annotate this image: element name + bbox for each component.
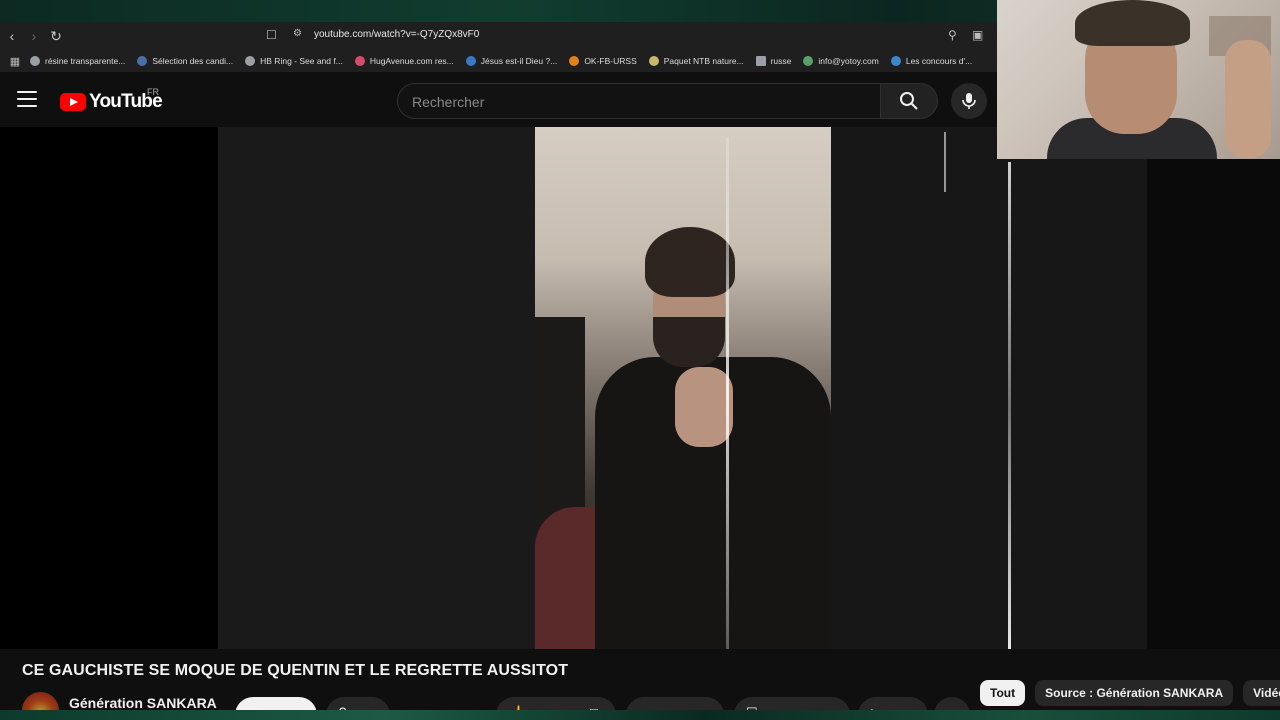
webcam-overlay bbox=[997, 0, 1280, 159]
video-person-beard bbox=[653, 317, 725, 367]
bookmark-favicon-icon bbox=[30, 56, 40, 66]
search-placeholder: Rechercher bbox=[412, 94, 485, 110]
reload-icon[interactable]: ↻ bbox=[45, 25, 67, 47]
search-icon bbox=[900, 92, 918, 110]
bookmark-item[interactable]: Les concours d'... bbox=[890, 56, 972, 66]
search-button[interactable] bbox=[880, 83, 938, 119]
bookmark-favicon-icon bbox=[569, 56, 580, 66]
bookmark-favicon-icon bbox=[354, 56, 365, 66]
browser-toolbar: ‹ › ↻ ☐ ⚙ youtube.com/watch?v=-Q7yZQx8vF… bbox=[0, 22, 1000, 50]
bookmark-item[interactable]: résine transparente... bbox=[30, 56, 125, 66]
forward-icon[interactable]: › bbox=[23, 25, 45, 47]
youtube-play-icon bbox=[60, 93, 86, 111]
video-glitch-line bbox=[726, 137, 729, 649]
youtube-header: YouTube FR Rechercher bbox=[0, 72, 1000, 127]
bookmark-item[interactable]: HB Ring - See and f... bbox=[245, 56, 343, 66]
back-icon[interactable]: ‹ bbox=[1, 25, 23, 47]
bookmarks-bar: ▦ résine transparente... Sélection des c… bbox=[0, 50, 1000, 72]
bookmark-item[interactable]: Sélection des candi... bbox=[137, 56, 233, 66]
apps-grid-icon[interactable]: ▦ bbox=[4, 50, 26, 72]
bookmark-favicon-icon bbox=[890, 56, 901, 66]
bookmark-item[interactable]: HugAvenue.com res... bbox=[354, 56, 454, 66]
video-edge bbox=[1147, 159, 1280, 649]
hamburger-menu-icon[interactable] bbox=[17, 91, 37, 107]
channel-name[interactable]: Génération SANKARA bbox=[69, 695, 217, 711]
chip-source-channel[interactable]: Source : Génération SANKARA bbox=[1035, 680, 1234, 706]
country-code: FR bbox=[147, 87, 159, 97]
webcam-person-hand bbox=[1225, 40, 1271, 158]
bookmark-icon[interactable]: ☐ bbox=[266, 28, 277, 42]
cast-icon[interactable]: ▣ bbox=[972, 28, 983, 42]
video-blurred-background bbox=[218, 127, 535, 649]
bookmark-item[interactable]: OK-FB-URSS bbox=[569, 56, 637, 66]
video-blurred-background bbox=[831, 127, 1147, 649]
bookmark-item[interactable]: Paquet NTB nature... bbox=[648, 56, 744, 66]
voice-search-button[interactable] bbox=[951, 83, 987, 119]
search-input[interactable]: Rechercher bbox=[397, 83, 881, 119]
recommendation-chips: Tout Source : Génération SANKARA Vidéo bbox=[980, 680, 1280, 706]
video-person-hand bbox=[675, 367, 733, 447]
video-player[interactable] bbox=[0, 127, 1280, 649]
bookmark-favicon-icon bbox=[648, 56, 659, 66]
site-info-icon[interactable]: ⚙ bbox=[293, 28, 302, 39]
video-glitch-line bbox=[1008, 162, 1011, 649]
video-glitch-line bbox=[944, 132, 946, 192]
desktop-background-strip bbox=[0, 710, 1280, 720]
url-text[interactable]: youtube.com/watch?v=-Q7yZQx8vF0 bbox=[314, 29, 479, 40]
zoom-icon[interactable]: ⚲ bbox=[948, 28, 957, 42]
screen: ‹ › ↻ ☐ ⚙ youtube.com/watch?v=-Q7yZQx8vF… bbox=[0, 0, 1280, 720]
chip-all[interactable]: Tout bbox=[980, 680, 1026, 706]
video-title: CE GAUCHISTE SE MOQUE DE QUENTIN ET LE R… bbox=[22, 662, 569, 679]
bookmark-favicon-icon bbox=[137, 56, 148, 66]
webcam-person-hair bbox=[1075, 0, 1190, 46]
chip-videos[interactable]: Vidéo bbox=[1243, 680, 1280, 706]
folder-icon bbox=[755, 56, 766, 66]
microphone-icon bbox=[962, 93, 976, 109]
bookmark-favicon-icon bbox=[465, 56, 476, 66]
bookmark-item[interactable]: info@yotoy.com bbox=[803, 56, 879, 66]
video-frame bbox=[535, 127, 831, 649]
bookmark-item[interactable]: Jésus est-il Dieu ?... bbox=[465, 56, 557, 66]
address-bar[interactable]: ☐ ⚙ youtube.com/watch?v=-Q7yZQx8vF0 ⚲ ▣ bbox=[258, 25, 998, 47]
bookmark-favicon-icon bbox=[245, 56, 256, 66]
bookmark-folder[interactable]: russe bbox=[755, 56, 791, 66]
bookmark-favicon-icon bbox=[803, 56, 814, 66]
